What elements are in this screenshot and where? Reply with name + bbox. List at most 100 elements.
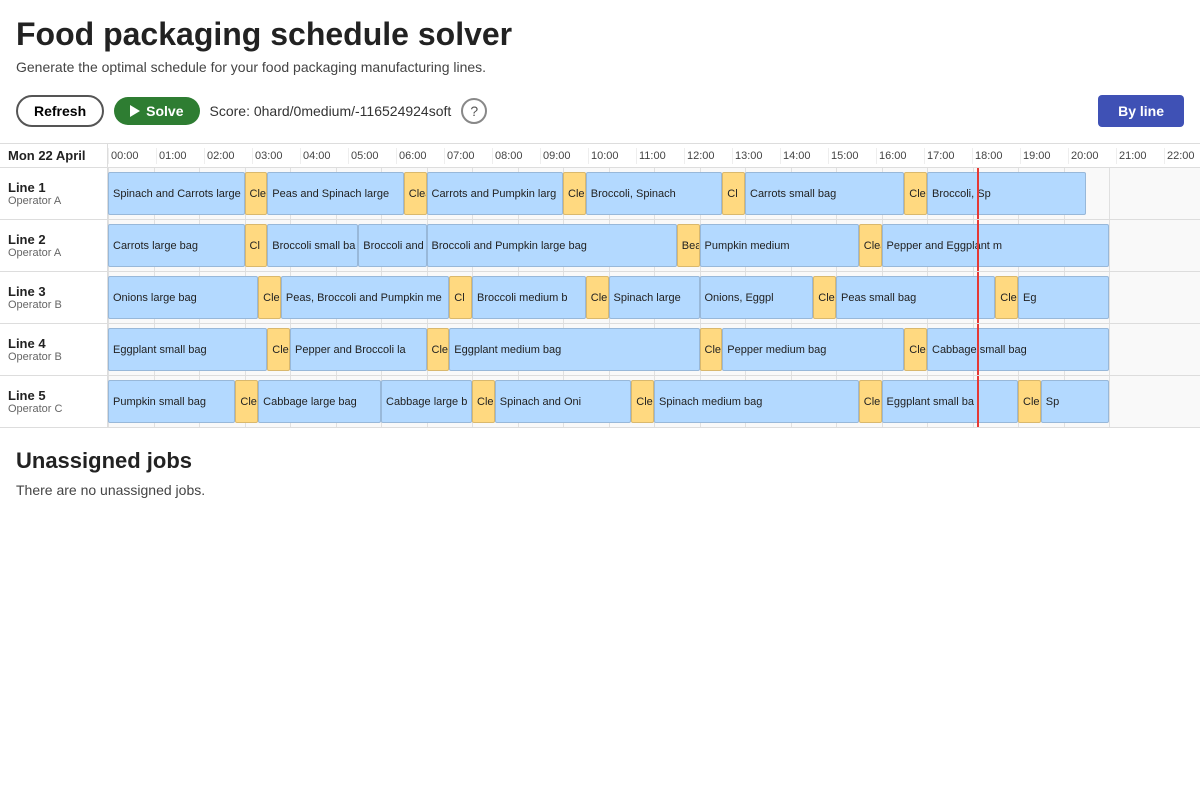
clean-block[interactable]: Cle: [472, 380, 495, 423]
gantt-track-3: Eggplant small bagClePepper and Broccoli…: [108, 324, 1200, 375]
clean-block[interactable]: Clean: [700, 328, 723, 371]
clean-block[interactable]: Cle: [235, 380, 258, 423]
score-display: Score: 0hard/0medium/-116524924soft: [210, 103, 452, 119]
clean-block[interactable]: Cle: [813, 276, 836, 319]
current-time-line: [977, 376, 979, 427]
clean-block[interactable]: Cl: [245, 224, 268, 267]
time-label: 13:00: [732, 148, 780, 164]
clean-block[interactable]: Clea: [995, 276, 1018, 319]
solve-button[interactable]: Solve: [114, 97, 199, 125]
clean-block[interactable]: Clea: [245, 172, 268, 215]
job-block[interactable]: Cabbage large b: [381, 380, 472, 423]
grid-line: [1109, 220, 1110, 271]
line-operator: Operator A: [8, 247, 99, 259]
gantt-row: Line 3Operator BOnions large bagClePeas,…: [0, 272, 1200, 324]
unassigned-title: Unassigned jobs: [16, 448, 1184, 474]
time-label: 12:00: [684, 148, 732, 164]
time-label: 11:00: [636, 148, 684, 164]
job-block[interactable]: Onions, Eggpl: [700, 276, 814, 319]
grid-line: [1109, 272, 1110, 323]
unassigned-text: There are no unassigned jobs.: [16, 482, 1184, 498]
line-name: Line 2: [8, 232, 99, 247]
time-label: 06:00: [396, 148, 444, 164]
job-block[interactable]: Eggplant small ba: [882, 380, 1019, 423]
clean-block[interactable]: Cle: [267, 328, 290, 371]
job-block[interactable]: Spinach and Oni: [495, 380, 632, 423]
job-block[interactable]: Pepper and Eggplant m: [882, 224, 1110, 267]
time-labels: 00:0001:0002:0003:0004:0005:0006:0007:00…: [108, 148, 1200, 164]
clean-block[interactable]: Clean: [904, 328, 927, 371]
current-time-line: [977, 324, 979, 375]
job-block[interactable]: Eg: [1018, 276, 1109, 319]
date-row: Mon 22 April00:0001:0002:0003:0004:0005:…: [0, 144, 1200, 168]
grid-line: [1109, 168, 1110, 219]
gantt-row: Line 2Operator ACarrots large bagClBrocc…: [0, 220, 1200, 272]
clean-block[interactable]: Clea: [427, 328, 450, 371]
job-block[interactable]: Eggplant medium bag: [449, 328, 699, 371]
grid-line: [1109, 376, 1110, 427]
line-name: Line 1: [8, 180, 99, 195]
time-label: 05:00: [348, 148, 396, 164]
schedule-container: Mon 22 April00:0001:0002:0003:0004:0005:…: [0, 143, 1200, 428]
job-block[interactable]: Spinach large: [609, 276, 700, 319]
clean-block[interactable]: Clea: [404, 172, 427, 215]
clean-block[interactable]: Clea: [859, 224, 882, 267]
job-block[interactable]: Onions large bag: [108, 276, 258, 319]
current-time-line: [977, 272, 979, 323]
time-label: 20:00: [1068, 148, 1116, 164]
job-block[interactable]: Peas, Broccoli and Pumpkin me: [281, 276, 449, 319]
job-block[interactable]: Broccoli and Pumpkin large bag: [427, 224, 677, 267]
job-block[interactable]: Pumpkin small bag: [108, 380, 235, 423]
clean-block[interactable]: Clea: [563, 172, 586, 215]
job-block[interactable]: Broccoli, Spinach: [586, 172, 723, 215]
job-block[interactable]: Spinach and Carrots large ba: [108, 172, 245, 215]
job-block[interactable]: Broccoli and P: [358, 224, 426, 267]
job-block[interactable]: Cabbage small bag: [927, 328, 1109, 371]
time-label: 18:00: [972, 148, 1020, 164]
line-name: Line 3: [8, 284, 99, 299]
gantt-row: Line 1Operator ASpinach and Carrots larg…: [0, 168, 1200, 220]
clean-block[interactable]: Bea: [677, 224, 700, 267]
job-block[interactable]: Cabbage large bag: [258, 380, 381, 423]
by-line-button[interactable]: By line: [1098, 95, 1184, 127]
gantt-row: Line 5Operator CPumpkin small bagCleCabb…: [0, 376, 1200, 428]
time-label: 14:00: [780, 148, 828, 164]
line-operator: Operator C: [8, 403, 99, 415]
clean-block[interactable]: Clea: [904, 172, 927, 215]
job-block[interactable]: Carrots and Pumpkin larg: [427, 172, 564, 215]
line-label-2: Line 3Operator B: [0, 272, 108, 323]
unassigned-section: Unassigned jobs There are no unassigned …: [0, 428, 1200, 518]
job-block[interactable]: Carrots small bag: [745, 172, 904, 215]
job-block[interactable]: Peas and Spinach large: [267, 172, 404, 215]
line-label-0: Line 1Operator A: [0, 168, 108, 219]
current-time-line: [977, 168, 979, 219]
clean-block[interactable]: Cle: [859, 380, 882, 423]
job-block[interactable]: Sp: [1041, 380, 1109, 423]
clean-block[interactable]: Clea: [1018, 380, 1041, 423]
clean-block[interactable]: Cle: [586, 276, 609, 319]
time-label: 17:00: [924, 148, 972, 164]
time-label: 02:00: [204, 148, 252, 164]
job-block[interactable]: Carrots large bag: [108, 224, 245, 267]
job-block[interactable]: Pepper and Broccoli la: [290, 328, 427, 371]
job-block[interactable]: Broccoli, Sp: [927, 172, 1086, 215]
time-label: 10:00: [588, 148, 636, 164]
gantt-track-2: Onions large bagClePeas, Broccoli and Pu…: [108, 272, 1200, 323]
refresh-button[interactable]: Refresh: [16, 95, 104, 127]
job-block[interactable]: Broccoli small ba: [267, 224, 358, 267]
clean-block[interactable]: Cl: [449, 276, 472, 319]
line-operator: Operator B: [8, 351, 99, 363]
clean-block[interactable]: Cle: [631, 380, 654, 423]
time-label: 04:00: [300, 148, 348, 164]
clean-block[interactable]: Cle: [258, 276, 281, 319]
job-block[interactable]: Broccoli medium b: [472, 276, 586, 319]
job-block[interactable]: Eggplant small bag: [108, 328, 267, 371]
job-block[interactable]: Pepper medium bag: [722, 328, 904, 371]
line-operator: Operator A: [8, 195, 99, 207]
job-block[interactable]: Peas small bag: [836, 276, 995, 319]
help-button[interactable]: ?: [461, 98, 487, 124]
job-block[interactable]: Spinach medium bag: [654, 380, 859, 423]
line-label-4: Line 5Operator C: [0, 376, 108, 427]
job-block[interactable]: Pumpkin medium: [700, 224, 859, 267]
clean-block[interactable]: Cl: [722, 172, 745, 215]
